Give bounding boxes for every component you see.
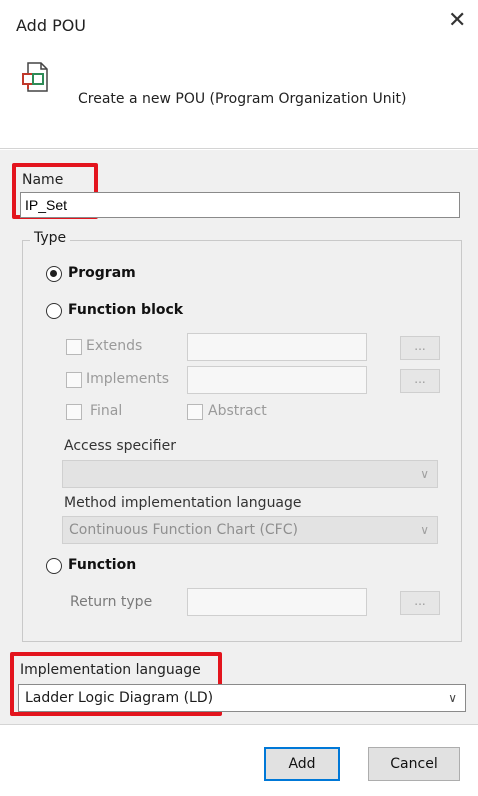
method-impl-value: Continuous Function Chart (CFC) bbox=[69, 522, 298, 538]
access-specifier-label: Access specifier bbox=[64, 438, 176, 454]
extends-browse-button[interactable]: ... bbox=[400, 336, 440, 360]
final-label: Final bbox=[90, 403, 123, 419]
implements-input[interactable] bbox=[187, 366, 367, 394]
extends-checkbox[interactable] bbox=[66, 339, 82, 355]
program-label: Program bbox=[68, 265, 136, 281]
function-block-radio[interactable] bbox=[46, 303, 62, 319]
implements-checkbox[interactable] bbox=[66, 372, 82, 388]
final-checkbox[interactable] bbox=[66, 404, 82, 420]
return-type-input[interactable] bbox=[187, 588, 367, 616]
dialog-subtitle: Create a new POU (Program Organization U… bbox=[78, 91, 407, 107]
name-input[interactable] bbox=[20, 192, 460, 218]
name-label: Name bbox=[22, 172, 64, 188]
implements-label: Implements bbox=[86, 371, 170, 387]
implementation-select[interactable]: Ladder Logic Diagram (LD) ∨ bbox=[18, 684, 466, 712]
extends-input[interactable] bbox=[187, 333, 367, 361]
chevron-down-icon: ∨ bbox=[420, 523, 429, 537]
program-radio[interactable] bbox=[46, 266, 62, 282]
pou-icon bbox=[22, 62, 48, 92]
add-button[interactable]: Add bbox=[264, 747, 340, 781]
close-icon[interactable]: ✕ bbox=[448, 10, 466, 32]
implements-browse-button[interactable]: ... bbox=[400, 369, 440, 393]
chevron-down-icon: ∨ bbox=[420, 467, 429, 481]
function-label: Function bbox=[68, 557, 137, 573]
method-impl-select[interactable]: Continuous Function Chart (CFC) ∨ bbox=[62, 516, 438, 544]
function-block-label: Function block bbox=[68, 302, 184, 318]
header-divider bbox=[0, 148, 478, 149]
dialog-title: Add POU bbox=[16, 16, 87, 35]
cancel-button[interactable]: Cancel bbox=[368, 747, 460, 781]
return-type-browse-button[interactable]: ... bbox=[400, 591, 440, 615]
access-specifier-select[interactable]: ∨ bbox=[62, 460, 438, 488]
implementation-label: Implementation language bbox=[20, 662, 201, 678]
chevron-down-icon: ∨ bbox=[448, 691, 457, 705]
abstract-checkbox[interactable] bbox=[187, 404, 203, 420]
extends-label: Extends bbox=[86, 338, 143, 354]
footer-divider bbox=[0, 724, 478, 725]
function-radio[interactable] bbox=[46, 558, 62, 574]
implementation-value: Ladder Logic Diagram (LD) bbox=[25, 690, 214, 706]
return-type-label: Return type bbox=[70, 594, 153, 610]
abstract-label: Abstract bbox=[208, 403, 267, 419]
type-legend: Type bbox=[30, 230, 71, 246]
method-impl-label: Method implementation language bbox=[64, 495, 302, 511]
